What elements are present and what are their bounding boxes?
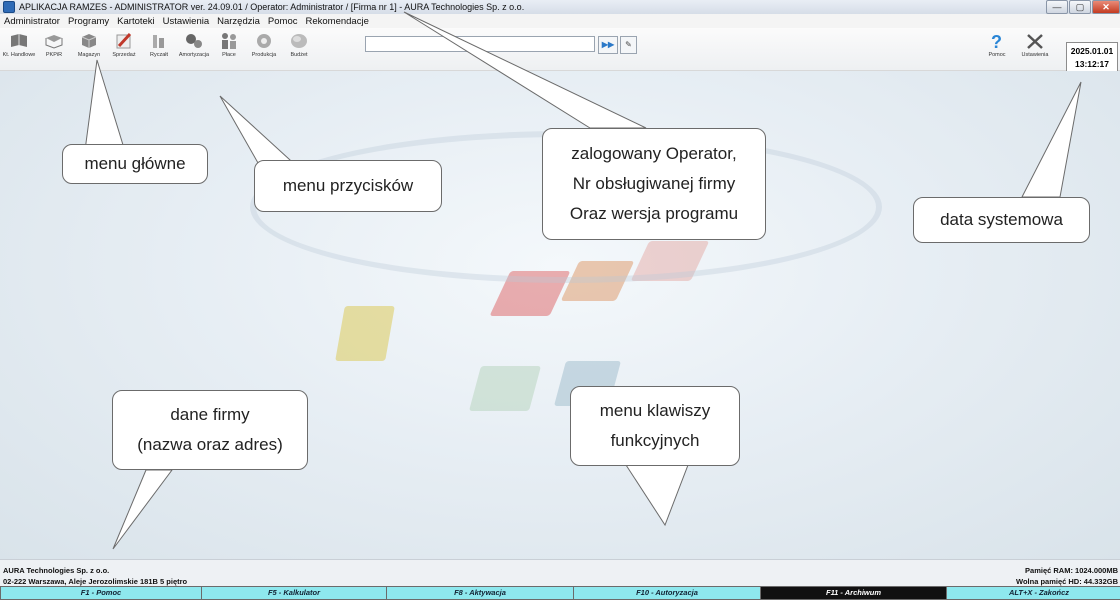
gears-icon	[186, 34, 202, 48]
pen-icon	[116, 32, 132, 49]
callout-system-date: data systemowa	[913, 197, 1090, 243]
callout-fkeys-line1: menu klawiszy	[599, 401, 711, 420]
toolbar-button-label: Kt. Handlowe	[2, 52, 36, 58]
app-icon	[3, 1, 15, 13]
settings-button-label: Ustawienia	[1021, 52, 1049, 58]
main-menu: Administrator Programy Kartoteki Ustawie…	[0, 14, 1120, 28]
callout-operator-line3: Oraz wersja programu	[569, 204, 739, 223]
minimize-button[interactable]: —	[1046, 0, 1068, 14]
callout-main-menu-text: menu główne	[84, 154, 186, 173]
book-icon	[11, 34, 27, 47]
system-time: 13:12:17	[1074, 59, 1110, 69]
toolbar-button-kt-handlowe[interactable]: Kt. Handlowe	[2, 32, 36, 68]
menu-kartoteki[interactable]: Kartoteki	[113, 16, 159, 27]
close-button[interactable]: ✕	[1092, 0, 1120, 14]
help-button-label: Pomoc	[988, 52, 1006, 58]
system-date-box: 2025.01.01 13:12:17	[1066, 42, 1118, 72]
callout-buttons-menu-text: menu przycisków	[282, 176, 414, 195]
menu-programy[interactable]: Programy	[64, 16, 113, 27]
toolbar-button-amortyzacja[interactable]: Amortyzacja	[177, 32, 211, 68]
fkey-f8-aktywacja[interactable]: F8 - Aktywacja	[386, 586, 574, 600]
toolbar-button-label: Amortyzacja	[178, 52, 210, 58]
menu-administrator[interactable]: Administrator	[0, 16, 64, 27]
background-tile	[468, 366, 542, 411]
oval-icon	[291, 34, 307, 48]
maximize-button[interactable]: ▢	[1069, 0, 1091, 14]
toolbar-button-label: Budżet	[290, 52, 308, 58]
callout-operator-line2: Nr obsługiwanej firmy	[572, 174, 736, 193]
status-bar: AURA Technologies Sp. z o.o. 02-222 Wars…	[0, 559, 1120, 587]
callout-fkeys-line2: funkcyjnych	[610, 431, 700, 450]
callout-company-line1: dane firmy	[170, 405, 250, 424]
toolbar-button-sprzedaz[interactable]: Sprzedaż	[107, 32, 141, 68]
callout-company-line2: (nazwa oraz adres)	[137, 435, 283, 454]
settings-button[interactable]: Ustawienia	[1018, 32, 1052, 68]
fkey-alt-x-zakoncz[interactable]: ALT+X - Zakończ	[946, 586, 1120, 600]
fkey-f5-kalkulator[interactable]: F5 - Kalkulator	[201, 586, 387, 600]
tools-icon	[1027, 34, 1043, 49]
question-icon: ?	[991, 32, 1002, 50]
window-controls: — ▢ ✕	[1045, 0, 1120, 14]
toolbar-button-produkcja[interactable]: Produkcja	[247, 32, 281, 68]
callout-operator-line1: zalogowany Operator,	[571, 144, 737, 163]
search-go-button[interactable]: ▶▶	[598, 36, 618, 54]
callout-main-menu: menu główne	[62, 144, 208, 184]
menu-pomoc[interactable]: Pomoc	[264, 16, 302, 27]
toolbar-button-pkpir[interactable]: PKPiR	[37, 32, 71, 68]
fkey-f11-archiwum[interactable]: F11 - Archiwum	[760, 586, 947, 600]
toolbar-button-label: Ryczałt	[149, 52, 169, 58]
fkey-f1-pomoc[interactable]: F1 - Pomoc	[0, 586, 202, 600]
callout-fkeys: menu klawiszy funkcyjnych	[570, 386, 740, 466]
callout-system-date-text: data systemowa	[940, 210, 1063, 229]
toolbar-button-label: Magazyn	[77, 52, 101, 58]
system-date: 2025.01.01	[1070, 46, 1114, 56]
hd-free-space: Wolna pamięć HD: 44.332GB	[1016, 577, 1118, 586]
callout-operator: zalogowany Operator, Nr obsługiwanej fir…	[542, 128, 766, 240]
toolbar-button-label: Sprzedaż	[112, 52, 136, 58]
box-icon	[81, 34, 97, 48]
toolbar-button-budzet[interactable]: Budżet	[282, 32, 316, 68]
function-keys-bar: F1 - Pomoc F5 - Kalkulator F8 - Aktywacj…	[0, 586, 1120, 600]
company-address: 02-222 Warszawa, Aleje Jerozolimskie 181…	[3, 577, 188, 586]
menu-rekomendacje[interactable]: Rekomendacje	[301, 16, 372, 27]
cog-icon	[257, 34, 271, 48]
toolbar-button-label: Produkcja	[251, 52, 277, 58]
background-tile	[335, 306, 395, 361]
menu-narzedzia[interactable]: Narzędzia	[213, 16, 264, 27]
columns-icon	[153, 35, 164, 48]
callout-company: dane firmy (nazwa oraz adres)	[112, 390, 308, 470]
callout-buttons-menu: menu przycisków	[254, 160, 442, 212]
svg-text:?: ?	[991, 32, 1002, 50]
people-icon	[222, 33, 236, 49]
button-toolbar: Kt. Handlowe PKPiR Magazyn Sprzedaż Rycz…	[0, 28, 1120, 72]
toolbar-button-label: Płace	[222, 52, 236, 58]
title-bar: APLIKACJA RAMZES - ADMINISTRATOR ver. 24…	[0, 0, 1120, 14]
toolbar-button-magazyn[interactable]: Magazyn	[72, 32, 106, 68]
search-input[interactable]	[365, 36, 595, 52]
help-button[interactable]: ? Pomoc	[980, 32, 1014, 68]
fkey-f10-autoryzacja[interactable]: F10 - Autoryzacja	[573, 586, 761, 600]
toolbar-button-label: PKPiR	[45, 52, 63, 58]
ledger-icon	[45, 35, 63, 49]
menu-ustawienia[interactable]: Ustawienia	[159, 16, 213, 27]
toolbar-button-ryczalt[interactable]: Ryczałt	[142, 32, 176, 68]
toolbar-button-place[interactable]: Płace	[212, 32, 246, 68]
company-name: AURA Technologies Sp. z o.o.	[3, 566, 110, 575]
ram-memory: Pamięć RAM: 1024.000MB	[1025, 566, 1118, 575]
search-options-button[interactable]: ✎	[620, 36, 637, 54]
window-title: APLIKACJA RAMZES - ADMINISTRATOR ver. 24…	[19, 2, 525, 12]
